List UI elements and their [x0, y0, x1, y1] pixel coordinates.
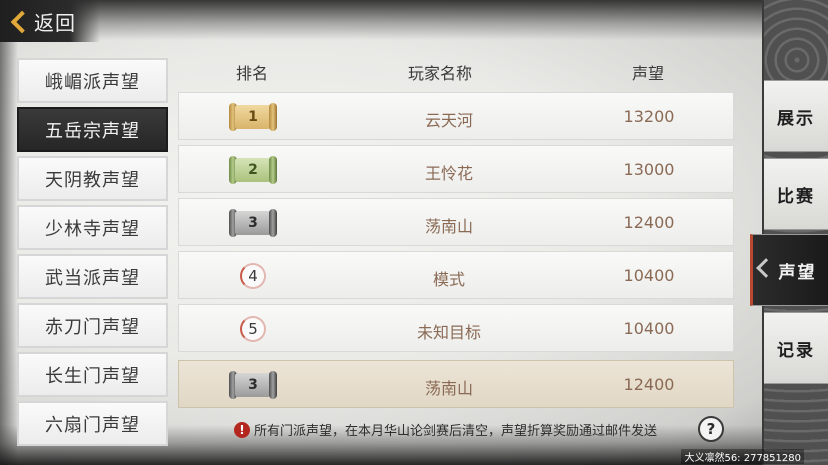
player-name: 未知目标: [416, 323, 481, 342]
watermark: 大义凛然56: 277851280: [681, 449, 804, 464]
green-scroll-icon: 2: [229, 154, 277, 186]
player-name: 荡南山: [424, 379, 473, 398]
sect-tab-wudang[interactable]: 武当派声望: [17, 254, 168, 299]
gold-scroll-icon: 1: [229, 101, 277, 133]
sect-tab-chidao[interactable]: 赤刀门声望: [17, 303, 168, 348]
game-screen: 返回 峨嵋派声望 五岳宗声望 天阴教声望 少林寺声望 武当派声望 赤刀门声望 长…: [0, 0, 828, 465]
player-name: 云天河: [424, 111, 473, 130]
sect-tab-emei[interactable]: 峨嵋派声望: [17, 58, 168, 103]
help-icon[interactable]: ?: [698, 416, 724, 442]
rank-cell: 1: [227, 99, 279, 135]
reset-notice: ! 所有门派声望，在本月华山论剑赛后清空，声望折算奖励通过邮件发送: [234, 420, 657, 439]
rank-circle-icon: 5: [240, 316, 266, 342]
silver-scroll-icon: 3: [229, 369, 277, 401]
notice-text: 所有门派声望，在本月华山论剑赛后清空，声望折算奖励通过邮件发送: [254, 424, 658, 439]
my-rank-row[interactable]: 3 荡南山 12400: [178, 360, 734, 408]
sect-tab-wuyue[interactable]: 五岳宗声望: [17, 107, 168, 152]
rank-circle-icon: 4: [240, 263, 266, 289]
back-button[interactable]: 返回: [0, 0, 100, 42]
rank-cell: 2: [227, 152, 279, 188]
right-tab-rail: [762, 0, 828, 465]
table-row[interactable]: 3 荡南山 12400: [178, 198, 734, 246]
header-player-name: 玩家名称: [408, 64, 473, 83]
ranking-list: 1 云天河 13200 2 王怜花 13000 3 荡南山 12400 4 模式…: [178, 92, 734, 413]
player-name: 荡南山: [424, 217, 473, 236]
rank-cell: 4: [227, 258, 279, 294]
reputation-value: 10400: [623, 266, 675, 285]
sect-tab-tianyin[interactable]: 天阴教声望: [17, 156, 168, 201]
back-label: 返回: [34, 10, 76, 35]
reputation-value: 13200: [623, 107, 675, 126]
tab-display[interactable]: 展示: [764, 80, 828, 152]
tab-match[interactable]: 比赛: [764, 158, 828, 230]
reputation-value: 13000: [623, 160, 675, 179]
silver-scroll-icon: 3: [229, 207, 277, 239]
table-header: 排名 玩家名称 声望: [178, 58, 734, 86]
player-name: 王怜花: [424, 164, 473, 183]
sect-tab-liushan[interactable]: 六扇门声望: [17, 401, 168, 446]
player-name: 模式: [432, 270, 465, 289]
table-row[interactable]: 4 模式 10400: [178, 251, 734, 299]
warning-icon: !: [234, 421, 250, 438]
table-row[interactable]: 5 未知目标 10400: [178, 304, 734, 352]
tab-records[interactable]: 记录: [764, 312, 828, 384]
tab-reputation[interactable]: 声望: [750, 234, 828, 306]
reputation-value: 12400: [623, 375, 675, 394]
table-row[interactable]: 1 云天河 13200: [178, 92, 734, 140]
reputation-value: 10400: [623, 319, 675, 338]
chevron-left-icon: [10, 11, 26, 31]
ink-wash-top: [0, 0, 828, 40]
header-rank: 排名: [236, 64, 269, 83]
reputation-value: 12400: [623, 213, 675, 232]
ink-wash-left: [0, 0, 18, 465]
header-reputation: 声望: [632, 64, 665, 83]
sect-tab-shaolin[interactable]: 少林寺声望: [17, 205, 168, 250]
sect-tab-changsheng[interactable]: 长生门声望: [17, 352, 168, 397]
rank-cell: 3: [227, 205, 279, 241]
table-row[interactable]: 2 王怜花 13000: [178, 145, 734, 193]
sect-list: 峨嵋派声望 五岳宗声望 天阴教声望 少林寺声望 武当派声望 赤刀门声望 长生门声…: [17, 58, 168, 450]
rank-cell: 3: [227, 367, 279, 403]
rank-cell: 5: [227, 311, 279, 347]
chevron-left-icon: [756, 258, 776, 278]
